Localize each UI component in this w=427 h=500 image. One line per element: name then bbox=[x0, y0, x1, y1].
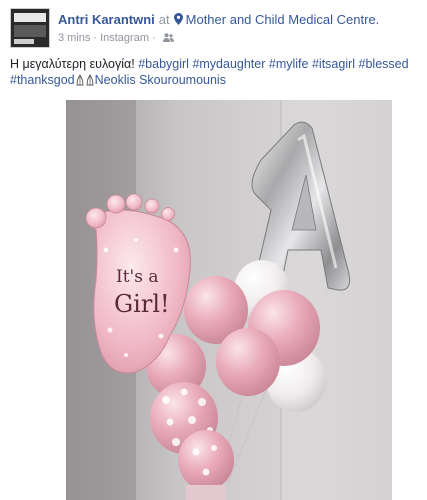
balloon-photo-illustration: It's a Girl! bbox=[66, 100, 392, 500]
hashtag-link[interactable]: #mydaughter bbox=[192, 57, 265, 71]
post-meta: 3 mins · Instagram · bbox=[58, 32, 174, 44]
at-label: at bbox=[158, 12, 170, 27]
balloon-text-girl: Girl! bbox=[114, 290, 170, 318]
avatar[interactable] bbox=[10, 8, 50, 48]
author-name-link[interactable]: Antri Karantwni bbox=[58, 12, 155, 27]
place-link[interactable]: Mother and Child Medical Centre. bbox=[186, 12, 380, 27]
post-caption: Η μεγαλύτερη ευλογία! bbox=[10, 57, 139, 71]
friends-icon[interactable] bbox=[162, 33, 174, 42]
post-title-line: Antri Karantwni at Mother and Child Medica… bbox=[58, 12, 379, 27]
map-pin-icon bbox=[173, 13, 183, 25]
post-body: Η μεγαλύτερη ευλογία! #babygirl #mydaugh… bbox=[10, 56, 420, 88]
tagged-person-link[interactable]: Neoklis Skouroumounis bbox=[95, 73, 226, 87]
pink-balloon bbox=[178, 430, 234, 490]
meta-separator: · bbox=[93, 32, 98, 44]
meta-separator: · bbox=[152, 32, 156, 44]
praying-hands-icon bbox=[86, 74, 94, 86]
pink-balloon bbox=[216, 328, 280, 396]
hashtag-link[interactable]: #thanksgod bbox=[10, 73, 75, 87]
praying-hands-icon bbox=[76, 74, 84, 86]
hashtag-link[interactable]: #babygirl bbox=[138, 57, 189, 71]
timestamp-link[interactable]: 3 mins bbox=[58, 32, 90, 44]
balloon-text-its-a: It's a bbox=[116, 267, 158, 287]
post-photo[interactable]: It's a Girl! bbox=[66, 100, 392, 500]
hashtag-link[interactable]: #blessed bbox=[359, 57, 409, 71]
hashtag-link[interactable]: #mylife bbox=[269, 57, 309, 71]
source-label: Instagram bbox=[100, 32, 149, 44]
post-header: Antri Karantwni at Mother and Child Medica… bbox=[10, 8, 420, 50]
hashtag-link[interactable]: #itsagirl bbox=[312, 57, 355, 71]
